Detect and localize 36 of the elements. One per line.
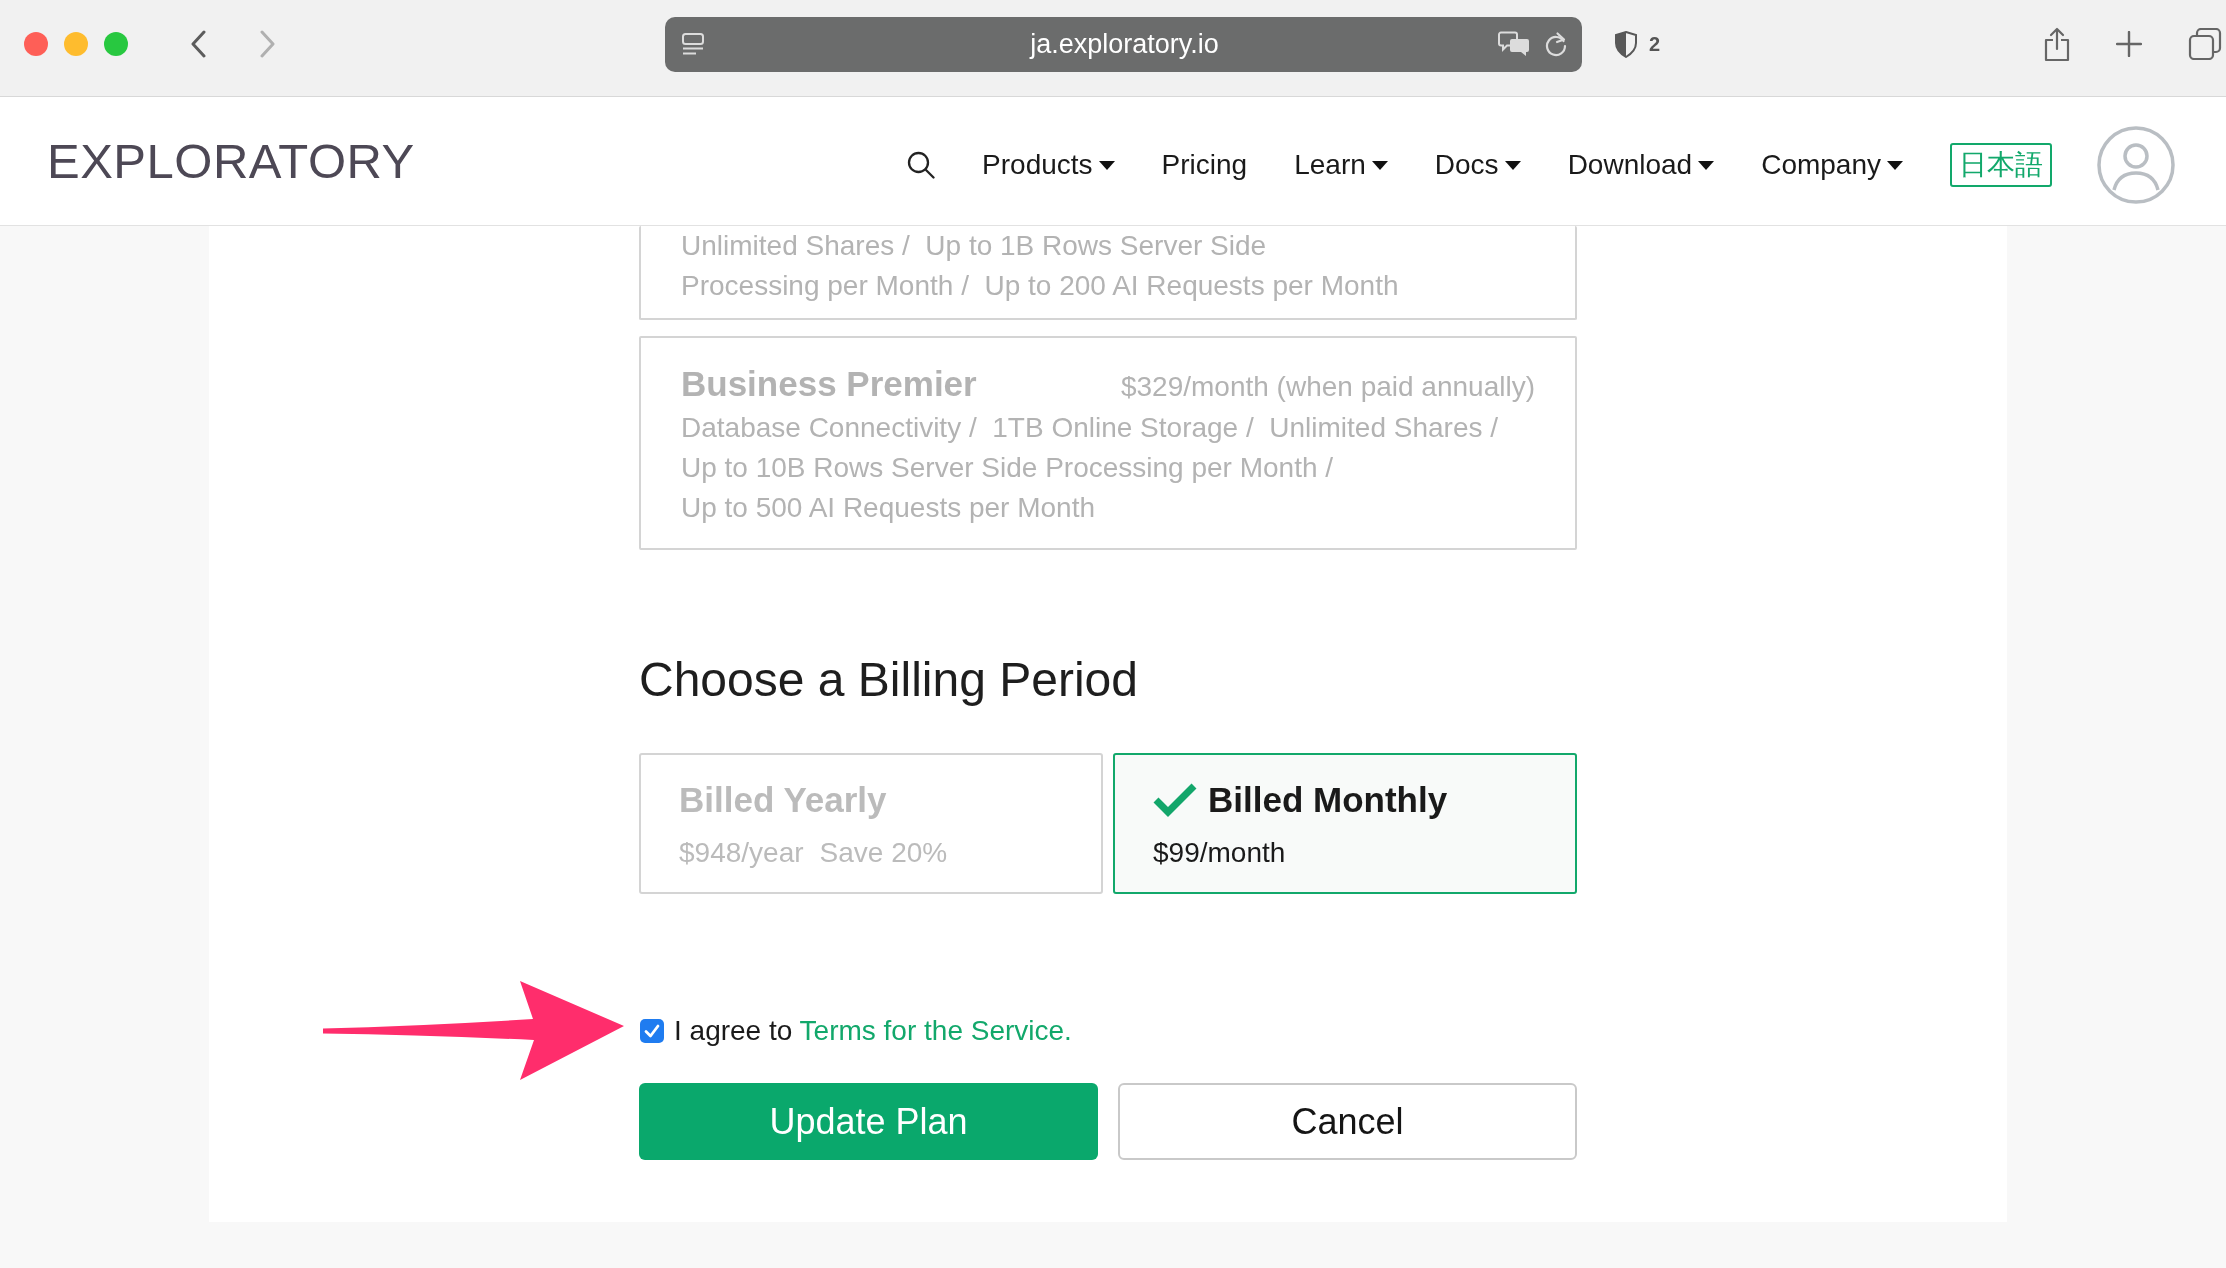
zoom-window-icon[interactable] <box>104 32 128 56</box>
tracker-count: 2 <box>1649 32 1661 56</box>
plan-price: $329/month (when paid annually) <box>1120 371 1535 403</box>
nav-link[interactable]: Docs <box>1434 149 1521 181</box>
nav-link[interactable]: Company <box>1761 149 1903 181</box>
share-icon[interactable] <box>2044 26 2070 62</box>
checkbox[interactable] <box>640 1019 664 1043</box>
plus-icon[interactable] <box>2116 31 2142 57</box>
reload-icon[interactable] <box>1544 31 1568 57</box>
agreement-text: I agree to Terms for the Service. <box>674 1015 1072 1047</box>
url-text: ja.exploratory.io <box>1030 28 1219 60</box>
plan-title: Business Premier <box>681 363 977 405</box>
address-bar[interactable]: ja.exploratory.io <box>665 16 1582 72</box>
nav-link[interactable]: Products <box>982 149 1115 181</box>
site-logo[interactable]: EXPLORATORY <box>47 133 415 189</box>
shield-icon[interactable] <box>1615 30 1637 58</box>
close-window-icon[interactable] <box>24 32 48 56</box>
back-icon[interactable] <box>190 30 206 58</box>
sidebar-icon[interactable] <box>681 32 705 56</box>
billing-price: $948/year <box>679 836 804 870</box>
cancel-button[interactable]: Cancel <box>1118 1083 1577 1160</box>
check-icon <box>1153 782 1197 818</box>
plan-features: Unlimited Shares / Up to 1B Rows Server Side Processing per Month / Up to 200 AI Requests per Month <box>681 229 1400 303</box>
nav-link[interactable]: Learn <box>1294 149 1388 181</box>
billing-title: Billed Yearly <box>679 780 887 820</box>
billing-option[interactable]: Billed Monthly $99/month <box>1113 753 1577 894</box>
search-icon[interactable] <box>907 151 936 179</box>
billing-price: $99/month <box>1153 836 1286 870</box>
billing-title: Billed Monthly <box>1208 780 1448 820</box>
translate-icon[interactable] <box>1498 30 1530 58</box>
tabs-icon[interactable] <box>2188 28 2222 60</box>
plan-features: Database Connectivity / 1TB Online Storage / Unlimited Shares / Up to 10B Rows Server Side Processing per Month / Up to 500 AI Requests per Month <box>681 411 1500 525</box>
nav-link[interactable]: Download <box>1567 149 1715 181</box>
section-heading: Choose a Billing Period <box>639 652 1139 708</box>
billing-note: Save 20% <box>819 836 948 870</box>
nav-link[interactable]: Pricing <box>1161 149 1248 181</box>
